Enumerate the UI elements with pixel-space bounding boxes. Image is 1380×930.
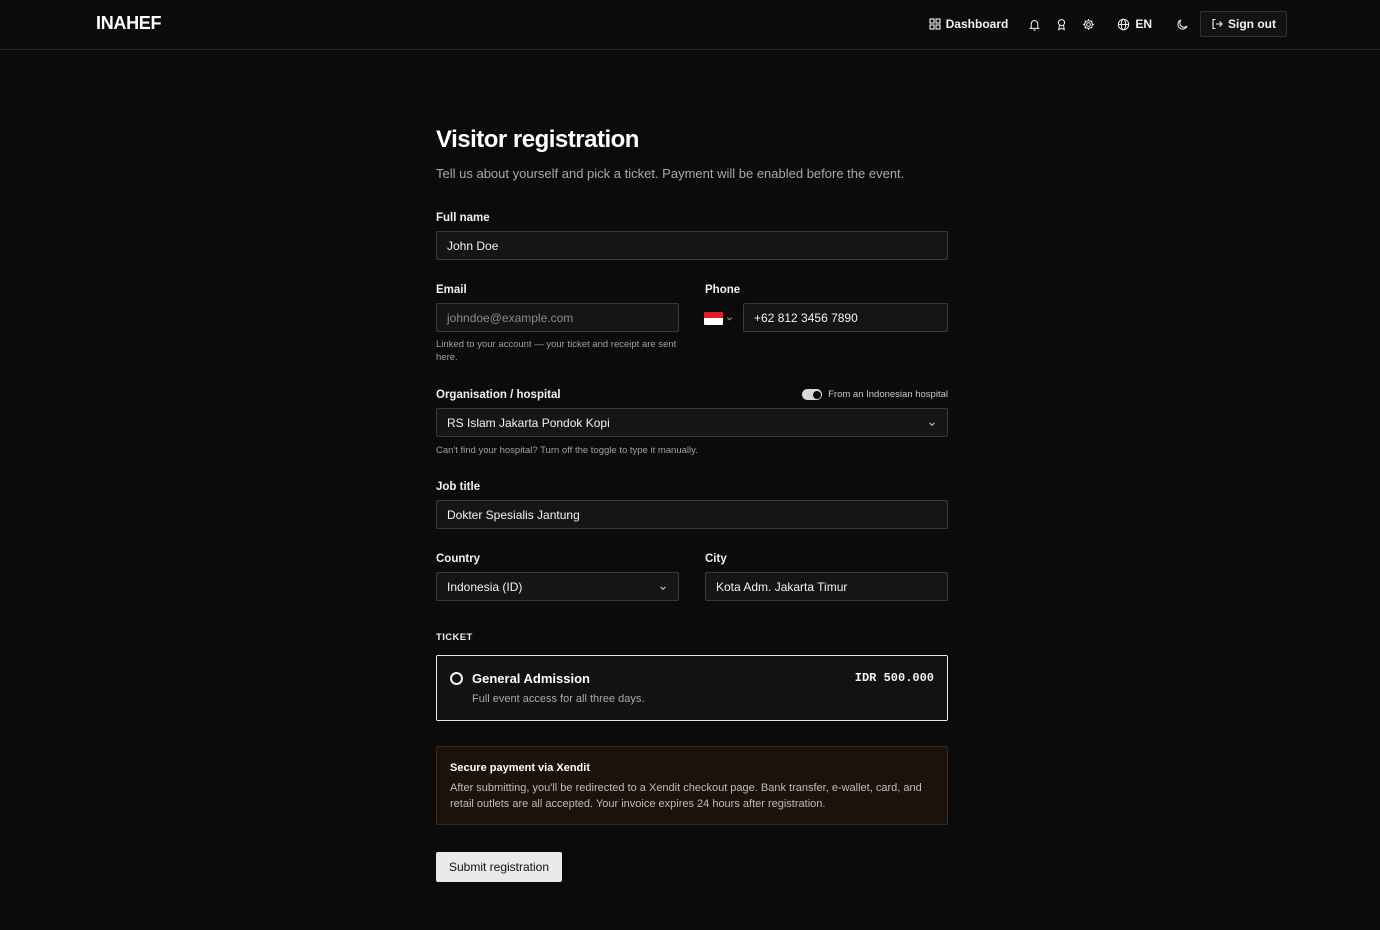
full-name-label: Full name xyxy=(436,212,490,224)
language-selector[interactable]: EN xyxy=(1110,11,1159,37)
organisation-help-text: Can't find your hospital? Turn off the t… xyxy=(436,445,698,456)
top-nav: Dashboard EN Sign out xyxy=(922,11,1287,37)
city-input[interactable]: Kota Adm. Jakarta Timur xyxy=(705,572,948,601)
bell-icon xyxy=(1028,18,1041,31)
indonesian-hospital-toggle-row: From an Indonesian hospital xyxy=(802,389,948,400)
grid-icon xyxy=(929,18,941,30)
notifications-button[interactable] xyxy=(1021,11,1048,37)
submit-registration-button[interactable]: Submit registration xyxy=(436,852,562,882)
ticket-radio[interactable] xyxy=(450,672,463,685)
payment-notice: Secure payment via Xendit After submitti… xyxy=(436,746,948,825)
gear-icon xyxy=(1082,18,1095,31)
ticket-name: General Admission xyxy=(472,671,590,686)
ticket-description: Full event access for all three days. xyxy=(472,693,645,705)
logout-icon xyxy=(1211,18,1223,30)
organisation-label: Organisation / hospital xyxy=(436,389,561,401)
email-input[interactable]: johndoe@example.com xyxy=(436,303,679,332)
country-value: Indonesia (ID) xyxy=(447,579,523,594)
full-name-input[interactable]: John Doe xyxy=(436,231,948,260)
awards-button[interactable] xyxy=(1048,11,1075,37)
globe-icon xyxy=(1117,18,1130,31)
phone-label: Phone xyxy=(705,284,741,296)
sign-out-button[interactable]: Sign out xyxy=(1200,11,1287,37)
country-code-selector[interactable] xyxy=(704,310,736,326)
chevron-down-icon xyxy=(726,309,733,327)
organisation-value: RS Islam Jakarta Pondok Kopi xyxy=(447,415,610,430)
job-title-label: Job title xyxy=(436,481,481,493)
city-label: City xyxy=(705,553,727,565)
award-icon xyxy=(1055,18,1068,31)
dashboard-label: Dashboard xyxy=(945,17,1009,31)
registration-form: Visitor registration Tell us about yours… xyxy=(436,126,948,181)
chevron-down-icon xyxy=(927,418,937,432)
page-title: Visitor registration xyxy=(436,126,639,153)
ticket-section-label: TICKET xyxy=(436,632,473,643)
theme-toggle[interactable] xyxy=(1169,11,1196,37)
ticket-option-general-admission[interactable]: General Admission Full event access for … xyxy=(436,655,948,721)
top-bar: INAHEF Dashboard EN Sign out xyxy=(0,0,1380,50)
sign-out-label: Sign out xyxy=(1228,17,1276,31)
organisation-select[interactable]: RS Islam Jakarta Pondok Kopi xyxy=(436,408,948,437)
indonesian-hospital-toggle[interactable] xyxy=(802,389,823,400)
country-label: Country xyxy=(436,553,481,565)
toggle-label: From an Indonesian hospital xyxy=(828,389,948,400)
chevron-down-icon xyxy=(658,582,668,596)
moon-icon xyxy=(1176,18,1189,31)
dashboard-link[interactable]: Dashboard xyxy=(922,11,1016,37)
logo[interactable]: INAHEF xyxy=(96,13,162,34)
payment-notice-title: Secure payment via Xendit xyxy=(450,762,590,774)
job-title-input[interactable]: Dokter Spesialis Jantung xyxy=(436,500,948,529)
payment-notice-body: After submitting, you'll be redirected t… xyxy=(450,782,922,810)
phone-input[interactable]: +62 812 3456 7890 xyxy=(743,303,948,332)
email-help-text: Linked to your account — your ticket and… xyxy=(436,339,677,363)
indonesia-flag-icon xyxy=(704,311,723,325)
page-subtitle: Tell us about yourself and pick a ticket… xyxy=(436,166,905,181)
email-label: Email xyxy=(436,284,467,296)
ticket-price: IDR 500.000 xyxy=(854,671,934,685)
language-label: EN xyxy=(1135,17,1152,31)
country-select[interactable]: Indonesia (ID) xyxy=(436,572,679,601)
settings-button[interactable] xyxy=(1075,11,1102,37)
